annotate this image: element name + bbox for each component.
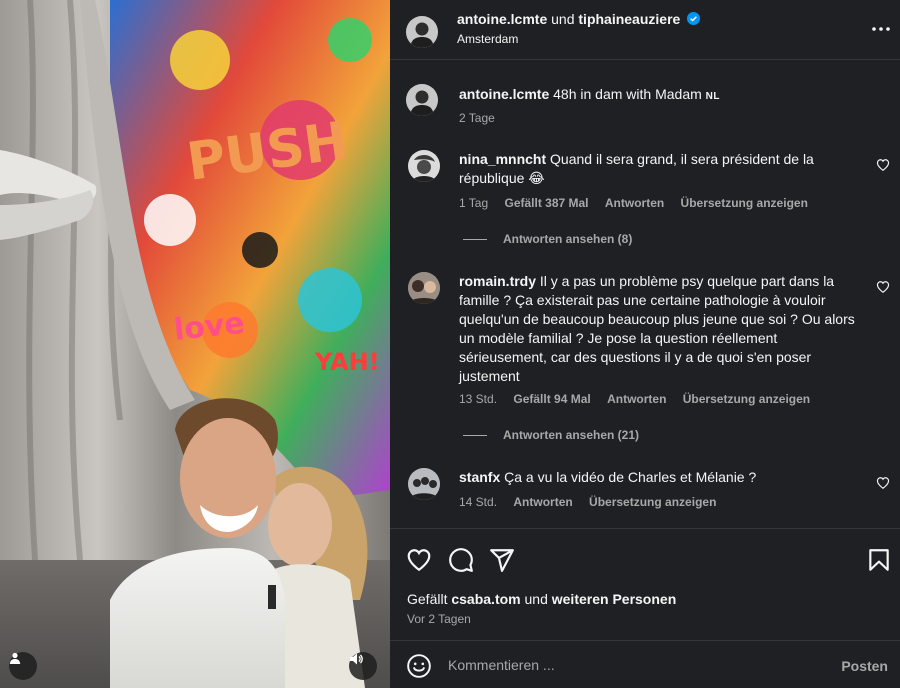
caption-flag: NL	[705, 91, 721, 102]
post-side-panel: antoine.lcmte und tiphaineauziere Amster…	[390, 0, 900, 688]
avatar-image	[408, 272, 440, 304]
comment-heart-icon[interactable]	[876, 476, 890, 490]
post-header: antoine.lcmte und tiphaineauziere Amster…	[390, 0, 900, 60]
user-tag-button[interactable]	[9, 652, 37, 680]
commenter-avatar[interactable]	[408, 272, 440, 304]
speaker-icon	[350, 653, 363, 665]
verified-badge-icon	[687, 12, 701, 25]
more-options-button[interactable]	[870, 18, 892, 40]
svg-text:love: love	[172, 306, 246, 348]
coauthor-username[interactable]: tiphaineauziere	[578, 11, 680, 27]
comment-item: nina_mnncht Quand il sera grand, il sera…	[390, 148, 900, 248]
bookmark-icon[interactable]	[866, 547, 892, 573]
caption-timestamp[interactable]: 2 Tage	[459, 111, 495, 125]
replies-divider	[463, 434, 487, 436]
instagram-post-dialog: PUSH love YAH! antoine.lcmte und tiphain…	[0, 0, 900, 688]
view-replies-button[interactable]: Antworten ansehen (8)	[463, 232, 632, 246]
post-caption: antoine.lcmte 48h in dam with Madam NL 2…	[390, 84, 900, 134]
likes-joiner: und	[524, 591, 548, 607]
audio-toggle-button[interactable]	[349, 652, 377, 680]
commenter-avatar[interactable]	[408, 468, 440, 500]
user-tag-icon	[9, 652, 21, 664]
comment-composer: Posten	[390, 640, 900, 688]
comment-username[interactable]: stanfx	[459, 469, 500, 485]
caption-avatar[interactable]	[406, 84, 438, 116]
view-replies-button[interactable]: Antworten ansehen (21)	[463, 428, 639, 442]
comment-time[interactable]: 13 Std.	[459, 392, 497, 406]
post-comment-button[interactable]: Posten	[841, 658, 888, 674]
comment-likes[interactable]: Gefällt 387 Mal	[504, 196, 588, 210]
translate-button[interactable]: Übersetzung anzeigen	[683, 392, 810, 406]
comment-likes[interactable]: Gefällt 94 Mal	[513, 392, 590, 406]
avatar-image	[406, 16, 438, 48]
reply-button[interactable]: Antworten	[513, 495, 572, 509]
comment-heart-icon[interactable]	[876, 158, 890, 172]
comment-heart-icon[interactable]	[876, 280, 890, 294]
post-date[interactable]: Vor 2 Tagen	[407, 612, 471, 626]
comment-item: stanfx Ça a vu la vidéo de Charles et Mé…	[390, 466, 900, 516]
likes-prefix: Gefällt	[407, 591, 448, 607]
replies-divider	[463, 238, 487, 240]
comment-item: romain.trdy Il y a pas un problème psy q…	[390, 270, 900, 450]
view-replies-label: Antworten ansehen (8)	[503, 232, 633, 246]
post-actions: Gefällt csaba.tom und weiteren Personen …	[390, 528, 900, 640]
comment-text: romain.trdy Il y a pas un problème psy q…	[459, 272, 859, 386]
reply-button[interactable]: Antworten	[605, 196, 664, 210]
comment-body: Il y a pas un problème psy quelque part …	[459, 273, 855, 384]
more-horizontal-icon	[872, 27, 890, 31]
comment-text: nina_mnncht Quand il sera grand, il sera…	[459, 150, 859, 188]
comment-body: Ça a vu la vidéo de Charles et Mélanie ?	[504, 469, 757, 485]
comment-meta: 14 Std. Antworten Übersetzung anzeigen	[459, 495, 729, 509]
post-photo: PUSH love YAH!	[0, 0, 390, 688]
caption-username[interactable]: antoine.lcmte	[459, 86, 549, 102]
comment-meta: 1 Tag Gefällt 387 Mal Antworten Übersetz…	[459, 196, 821, 210]
avatar-image	[408, 150, 440, 182]
author-username[interactable]: antoine.lcmte	[457, 11, 547, 27]
authors-joiner: und	[551, 11, 575, 27]
commenter-avatar[interactable]	[408, 150, 440, 182]
caption-time: 2 Tage	[459, 111, 508, 125]
comment-time[interactable]: 1 Tag	[459, 196, 488, 210]
likes-summary: Gefällt csaba.tom und weiteren Personen	[407, 591, 676, 607]
svg-text:YAH!: YAH!	[314, 348, 380, 376]
reply-button[interactable]: Antworten	[607, 392, 666, 406]
comment-username[interactable]: nina_mnncht	[459, 151, 546, 167]
comment-meta: 13 Std. Gefällt 94 Mal Antworten Überset…	[459, 392, 823, 406]
liker-username[interactable]: csaba.tom	[451, 591, 520, 607]
caption-text: antoine.lcmte 48h in dam with Madam NL	[459, 85, 859, 106]
comment-username[interactable]: romain.trdy	[459, 273, 536, 289]
avatar-image	[408, 468, 440, 500]
caption-body: 48h in dam with Madam	[553, 86, 702, 102]
translate-button[interactable]: Übersetzung anzeigen	[681, 196, 808, 210]
view-replies-label: Antworten ansehen (21)	[503, 428, 640, 442]
translate-button[interactable]: Übersetzung anzeigen	[589, 495, 716, 509]
post-location[interactable]: Amsterdam	[457, 32, 518, 46]
likes-others-link[interactable]: weiteren Personen	[552, 591, 677, 607]
post-media[interactable]: PUSH love YAH!	[0, 0, 390, 688]
author-avatar[interactable]	[406, 16, 438, 48]
smiley-icon[interactable]	[406, 653, 432, 679]
comment-input[interactable]	[448, 651, 828, 679]
comment-text: stanfx Ça a vu la vidéo de Charles et Mé…	[459, 468, 859, 487]
heart-icon[interactable]	[406, 547, 432, 573]
comment-time[interactable]: 14 Std.	[459, 495, 497, 509]
post-authors: antoine.lcmte und tiphaineauziere	[457, 11, 701, 27]
avatar-image	[406, 84, 438, 116]
comment-bubble-icon[interactable]	[448, 547, 474, 573]
paper-plane-icon[interactable]	[489, 547, 515, 573]
